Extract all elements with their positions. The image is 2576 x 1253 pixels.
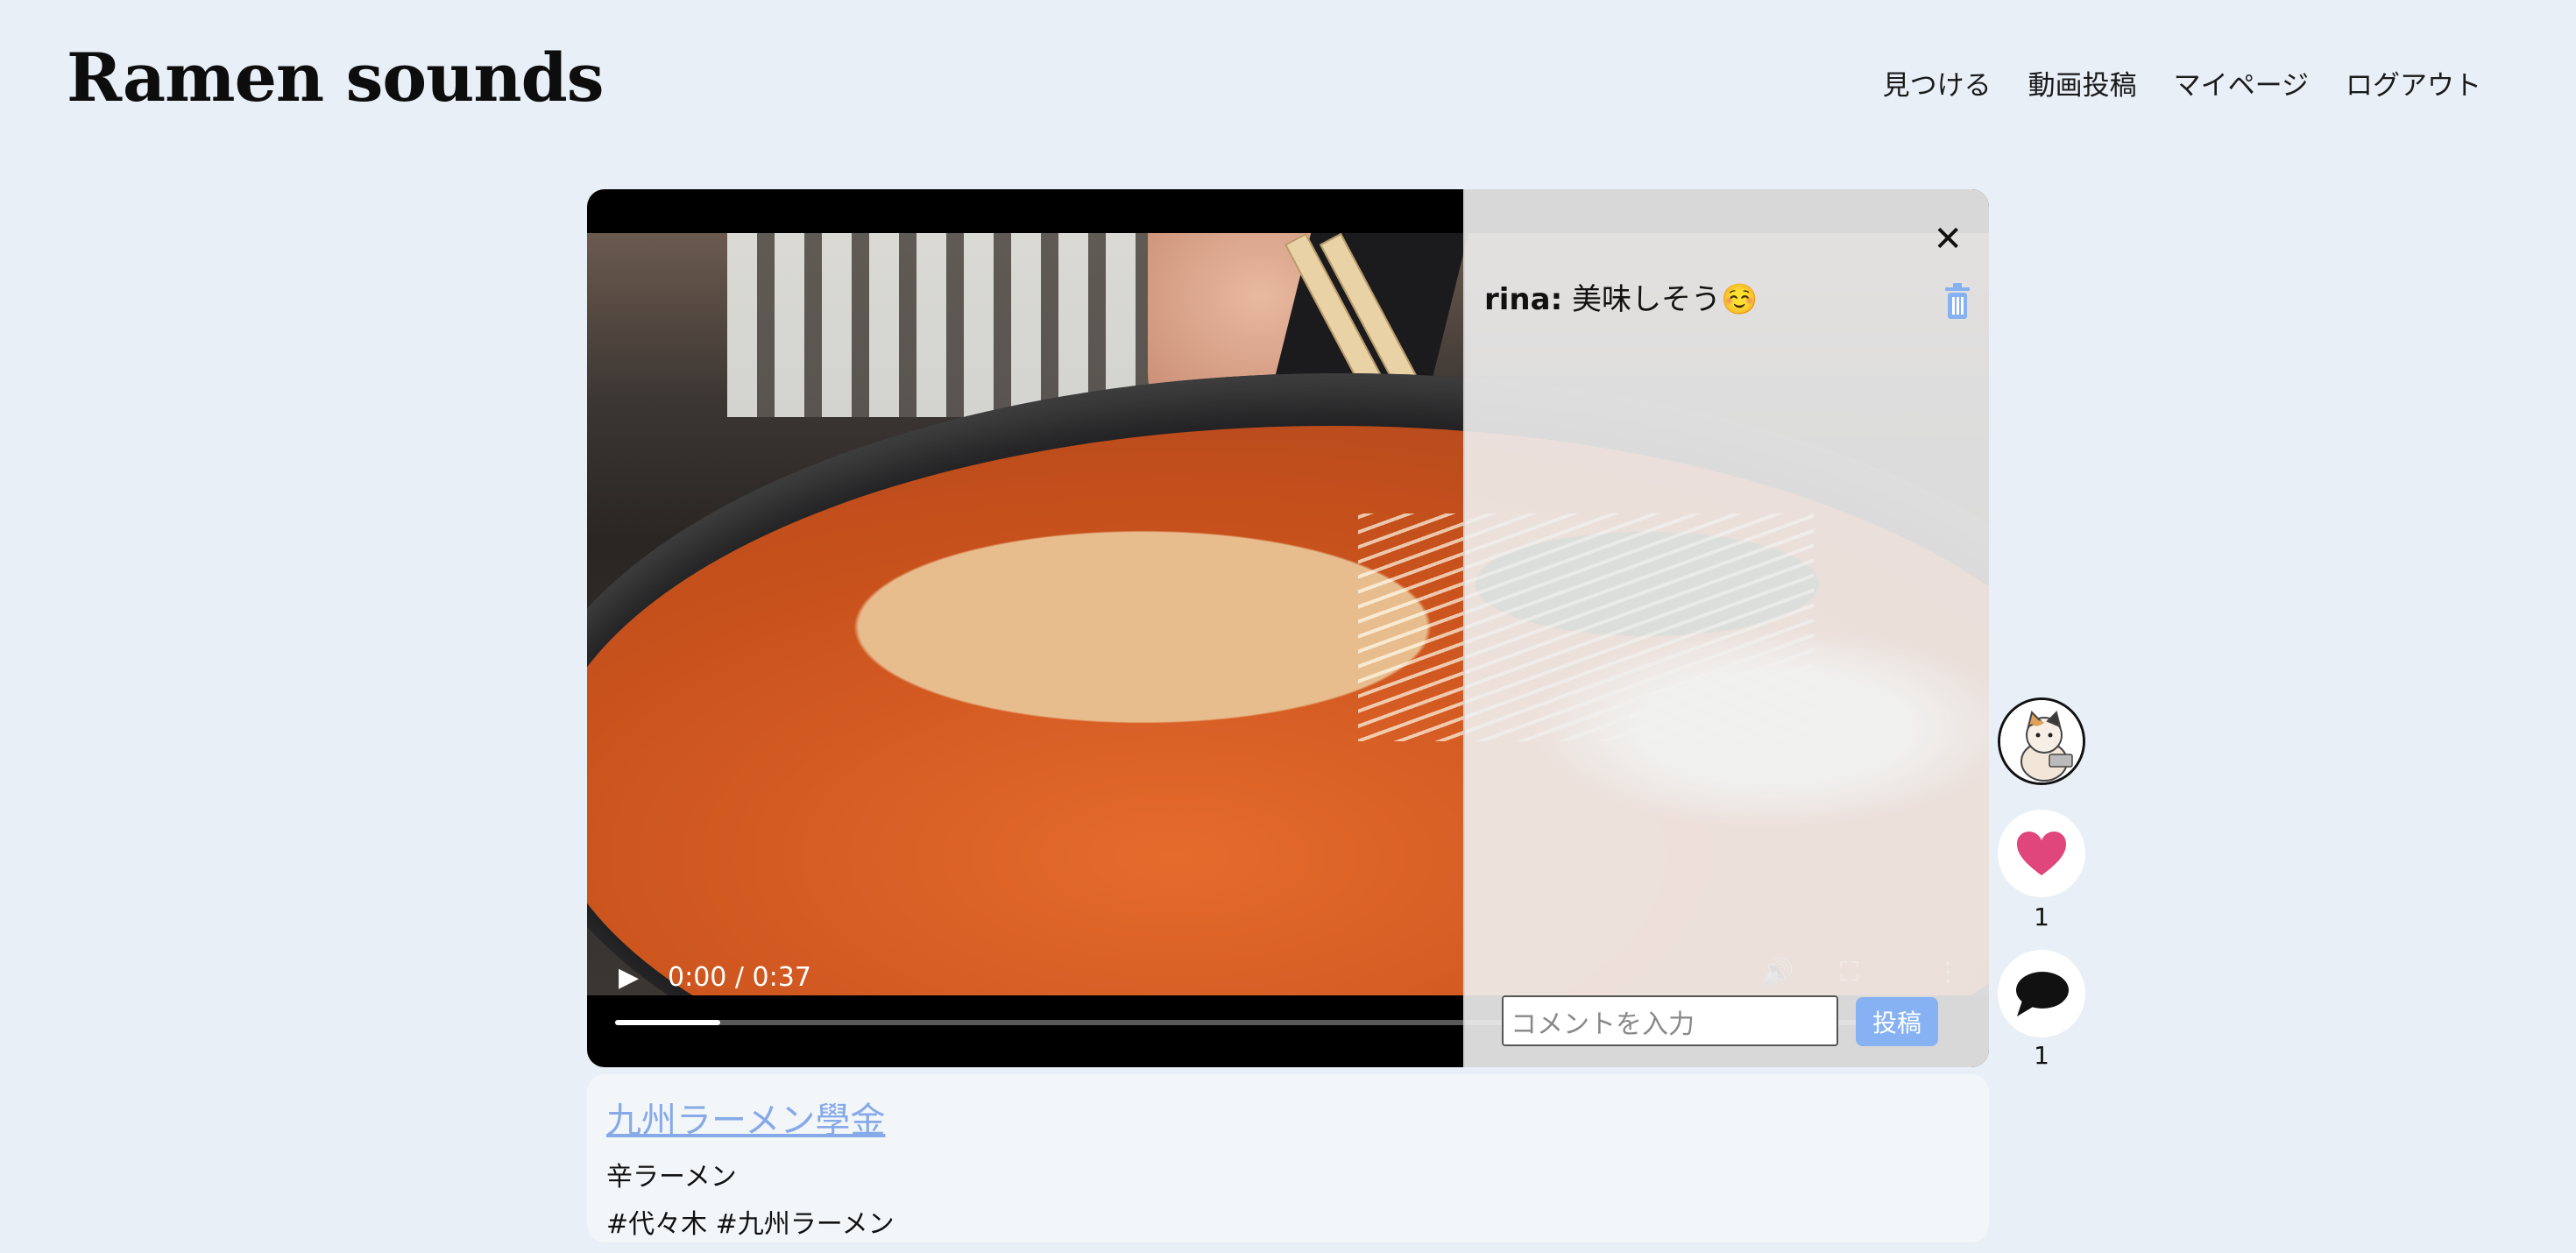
- main-nav: 見つける 動画投稿 マイページ ログアウト: [1883, 63, 2481, 103]
- video-progress-fill: [615, 1020, 720, 1025]
- comment-input[interactable]: [1502, 995, 1838, 1046]
- comment-count: 1: [2034, 1041, 2049, 1070]
- trash-icon[interactable]: [1943, 282, 1971, 321]
- comment-item: rina: 美味しそう☺️: [1484, 275, 1758, 318]
- cat-avatar-icon: [2000, 700, 2083, 782]
- video-player[interactable]: ▶ 0:00 / 0:37 🔊 ⛶ ⋮ ✕ rina: 美味しそう☺️ 投稿: [587, 189, 1989, 1067]
- post-comment-button[interactable]: 投稿: [1856, 997, 1938, 1046]
- like-button[interactable]: [1998, 810, 2085, 897]
- avatar[interactable]: [1998, 697, 2085, 785]
- comment-user: rina:: [1484, 282, 1563, 317]
- header: Ramen sounds 見つける 動画投稿 マイページ ログアウト: [0, 0, 2576, 166]
- nav-upload-video[interactable]: 動画投稿: [2028, 63, 2137, 103]
- brand-logo[interactable]: Ramen sounds: [67, 39, 605, 117]
- shop-name-link[interactable]: 九州ラーメン學金: [606, 1092, 1970, 1143]
- comment-text: 美味しそう☺️: [1571, 282, 1759, 317]
- heart-icon: [2017, 832, 2066, 875]
- comment-panel: ✕ rina: 美味しそう☺️ 投稿: [1463, 189, 1989, 1067]
- video-time: 0:00 / 0:37: [668, 962, 811, 993]
- nav-my-page[interactable]: マイページ: [2174, 63, 2309, 103]
- speech-bubble-icon: [2016, 972, 2069, 1016]
- play-icon[interactable]: ▶: [619, 962, 650, 994]
- hashtags: #代々木 #九州ラーメン: [606, 1209, 895, 1240]
- dish-name: 辛ラーメン: [606, 1162, 737, 1193]
- close-icon[interactable]: ✕: [1933, 219, 1963, 259]
- nav-discover[interactable]: 見つける: [1883, 63, 1992, 103]
- post-info-card: 九州ラーメン學金 辛ラーメン #代々木 #九州ラーメン: [587, 1074, 1989, 1242]
- like-count: 1: [2034, 903, 2049, 931]
- nav-logout[interactable]: ログアウト: [2346, 63, 2481, 103]
- comment-button[interactable]: [1998, 950, 2085, 1037]
